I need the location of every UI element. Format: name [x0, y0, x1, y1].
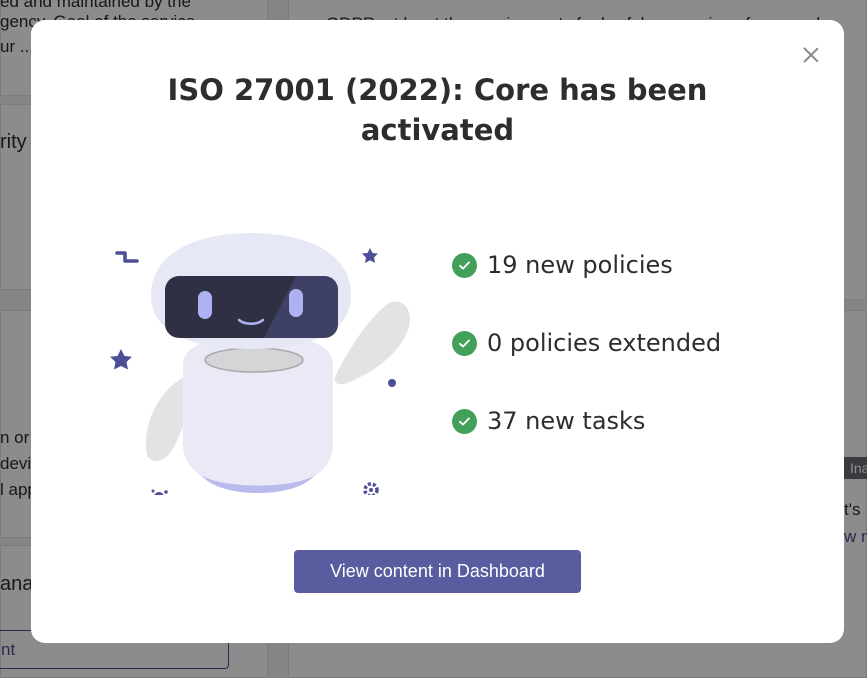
- stat-label: 0 policies extended: [487, 329, 722, 357]
- modal-title: ISO 27001 (2022): Core has been activate…: [167, 73, 708, 147]
- robot-illustration: [110, 233, 410, 495]
- stat-new-tasks: 37 new tasks: [452, 406, 721, 436]
- splat-decor-icon: [151, 489, 168, 495]
- stat-label: 19 new policies: [487, 251, 673, 279]
- activation-modal: ISO 27001 (2022): Core has been activate…: [31, 20, 844, 643]
- stat-policies-extended: 0 policies extended: [452, 328, 721, 358]
- gear-decor-icon: [363, 482, 379, 495]
- stat-new-policies: 19 new policies: [452, 250, 721, 280]
- squiggle-decor-icon: [115, 251, 139, 263]
- stat-label: 37 new tasks: [487, 407, 646, 435]
- star-decor-icon: [110, 349, 132, 370]
- check-circle-icon: [452, 408, 477, 434]
- dot-decor-icon: [388, 379, 396, 387]
- view-dashboard-button[interactable]: View content in Dashboard: [294, 550, 581, 593]
- close-icon[interactable]: [800, 44, 822, 66]
- check-circle-icon: [452, 330, 477, 356]
- check-circle-icon: [452, 252, 477, 278]
- activation-stats: 19 new policies 0 policies extended 37 n…: [452, 250, 721, 484]
- star-decor-icon: [362, 248, 378, 263]
